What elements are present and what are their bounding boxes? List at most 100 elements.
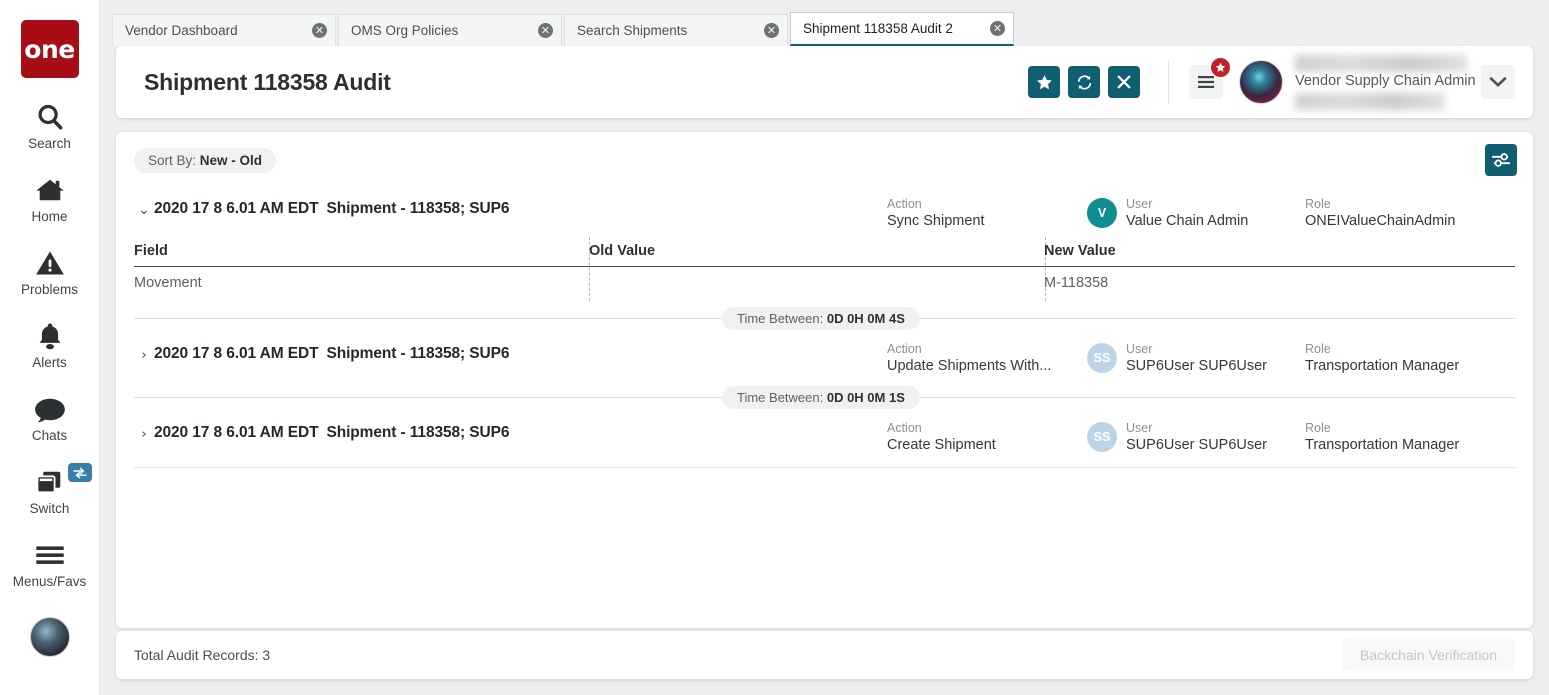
header-divider	[1168, 61, 1169, 103]
audit-record-title: 2020 17 8 6.01 AM EDTShipment - 118358; …	[154, 194, 887, 218]
sidebar-item-switch[interactable]: Switch	[0, 465, 100, 516]
cell-field: Movement	[134, 267, 589, 301]
role-value: Transportation Manager	[1305, 436, 1515, 455]
tab-label: OMS Org Policies	[351, 23, 528, 38]
divider-line-left	[134, 318, 722, 319]
close-icon[interactable]: ✕	[990, 21, 1005, 36]
audit-record-header[interactable]: ⌄ 2020 17 8 6.01 AM EDTShipment - 118358…	[134, 188, 1515, 235]
user-initials-avatar: SS	[1087, 422, 1117, 452]
sidebar-item-label: Chats	[32, 428, 67, 443]
audit-record: › 2020 17 8 6.01 AM EDTShipment - 118358…	[134, 333, 1515, 380]
time-between-divider: Time Between: 0D 0H 0M 4S	[134, 305, 1515, 331]
user-value: SUP6User SUP6User	[1126, 357, 1267, 376]
switch-toggle-badge[interactable]	[68, 463, 92, 482]
menu-notification-badge	[1210, 57, 1231, 78]
record-separator	[134, 467, 1515, 468]
problems-warning-icon	[35, 246, 65, 280]
page-header: Shipment 118358 Audit	[116, 46, 1533, 118]
close-icon[interactable]: ✕	[764, 23, 779, 38]
chevron-right-icon[interactable]: ›	[134, 339, 154, 363]
time-between-prefix: Time Between:	[737, 390, 827, 405]
tab-search-shipments[interactable]: Search Shipments ✕	[564, 14, 788, 46]
audit-subject: Shipment - 118358; SUP6	[326, 345, 509, 362]
audit-subject: Shipment - 118358; SUP6	[326, 200, 509, 217]
sidebar-item-problems[interactable]: Problems	[0, 246, 100, 297]
user-menu-chevron-down-icon[interactable]	[1481, 65, 1515, 99]
column-header-old-value: Old Value	[589, 237, 1044, 266]
role-label: Role	[1305, 196, 1515, 212]
audit-role: Role Transportation Manager	[1305, 339, 1515, 376]
tab-label: Search Shipments	[577, 23, 754, 38]
audit-record-header[interactable]: › 2020 17 8 6.01 AM EDTShipment - 118358…	[134, 333, 1515, 380]
time-between-divider: Time Between: 0D 0H 0M 1S	[134, 384, 1515, 410]
tab-label: Shipment 118358 Audit 2	[803, 21, 980, 36]
audit-record: › 2020 17 8 6.01 AM EDT Shipment - 118358…	[134, 412, 1515, 468]
refresh-icon	[1076, 74, 1093, 91]
action-value: Create Shipment	[887, 436, 1087, 455]
column-header-new-value: New Value	[1044, 237, 1515, 266]
sidebar-item-alerts[interactable]: Alerts	[0, 319, 100, 370]
audit-action: Action Update Shipments With...	[887, 339, 1087, 376]
sidebar-item-label: Menus/Favs	[13, 574, 87, 589]
role-label: Role	[1305, 420, 1515, 436]
user-label: User	[1126, 196, 1248, 212]
user-avatar[interactable]	[1239, 60, 1283, 104]
audit-action: Action Sync Shipment	[887, 194, 1087, 231]
sort-by-control[interactable]: Sort By: New - Old	[134, 148, 276, 173]
favorite-star-button[interactable]	[1028, 66, 1060, 98]
rail-user-avatar[interactable]	[30, 617, 70, 657]
user-initials-avatar: SS	[1087, 343, 1117, 373]
page-footer: Total Audit Records: 3 Backchain Verific…	[116, 631, 1533, 679]
user-value: Value Chain Admin	[1126, 212, 1248, 231]
time-between-prefix: Time Between:	[737, 311, 827, 326]
close-x-icon	[1116, 74, 1132, 90]
action-value: Update Shipments With...	[887, 357, 1087, 376]
divider-line-right	[920, 318, 1515, 319]
search-icon	[35, 100, 65, 134]
time-between-value: 0D 0H 0M 4S	[827, 311, 905, 326]
switch-windows-icon	[34, 465, 66, 499]
close-icon[interactable]: ✕	[312, 23, 327, 38]
close-button[interactable]	[1108, 66, 1140, 98]
filter-settings-button[interactable]	[1485, 144, 1517, 176]
user-role-label: Vendor Supply Chain Admin	[1295, 73, 1476, 89]
table-header-row: Field Old Value New Value	[134, 237, 1515, 266]
tab-strip: Vendor Dashboard ✕ OMS Org Policies ✕ Se…	[100, 0, 1549, 46]
audit-list-card: Sort By: New - Old ⌄ 2020 17 8 6.01 AM E…	[116, 132, 1533, 628]
chevron-right-icon[interactable]: ›	[134, 418, 154, 442]
sidebar-item-label: Search	[28, 136, 71, 151]
backchain-verification-button[interactable]: Backchain Verification	[1342, 639, 1515, 671]
tab-oms-org-policies[interactable]: OMS Org Policies ✕	[338, 14, 562, 46]
hamburger-icon	[1197, 75, 1215, 89]
chevron-down-icon[interactable]: ⌄	[134, 194, 154, 218]
audit-timestamp: 2020 17 8 6.01 AM EDT	[154, 424, 318, 441]
sidebar-item-menus-favs[interactable]: Menus/Favs	[0, 538, 100, 589]
close-icon[interactable]: ✕	[538, 23, 553, 38]
user-value: SUP6User SUP6User	[1126, 436, 1267, 455]
time-between-pill: Time Between: 0D 0H 0M 1S	[722, 386, 920, 409]
audit-subject: Shipment - 118358; SUP6	[326, 424, 509, 441]
tab-label: Vendor Dashboard	[125, 23, 302, 38]
user-label: User	[1126, 341, 1267, 357]
sidebar-item-chats[interactable]: Chats	[0, 392, 100, 443]
action-label: Action	[887, 341, 1087, 357]
audit-user: V User Value Chain Admin	[1087, 194, 1305, 231]
sort-by-prefix: Sort By:	[148, 153, 200, 168]
sidebar-item-home[interactable]: Home	[0, 173, 100, 224]
tab-shipment-118358-audit-2[interactable]: Shipment 118358 Audit 2 ✕	[790, 12, 1014, 46]
tab-vendor-dashboard[interactable]: Vendor Dashboard ✕	[112, 14, 336, 46]
action-label: Action	[887, 420, 1087, 436]
sidebar-item-search[interactable]: Search	[0, 100, 100, 151]
audit-action: Action Create Shipment	[887, 418, 1087, 455]
one-logo[interactable]: one	[21, 20, 79, 78]
refresh-button[interactable]	[1068, 66, 1100, 98]
audit-record-header[interactable]: › 2020 17 8 6.01 AM EDT Shipment - 118358…	[134, 412, 1515, 459]
sidebar-item-label: Problems	[21, 282, 78, 297]
redacted-user-org	[1295, 93, 1445, 110]
audit-role: Role Transportation Manager	[1305, 418, 1515, 455]
left-nav-rail: one Search Home Problems Alerts Chats	[0, 0, 100, 695]
home-icon	[34, 173, 66, 207]
header-menu-button[interactable]	[1189, 65, 1223, 99]
audit-user: SS User SUP6User SUP6User	[1087, 339, 1305, 376]
list-toolbar: Sort By: New - Old	[116, 132, 1533, 188]
